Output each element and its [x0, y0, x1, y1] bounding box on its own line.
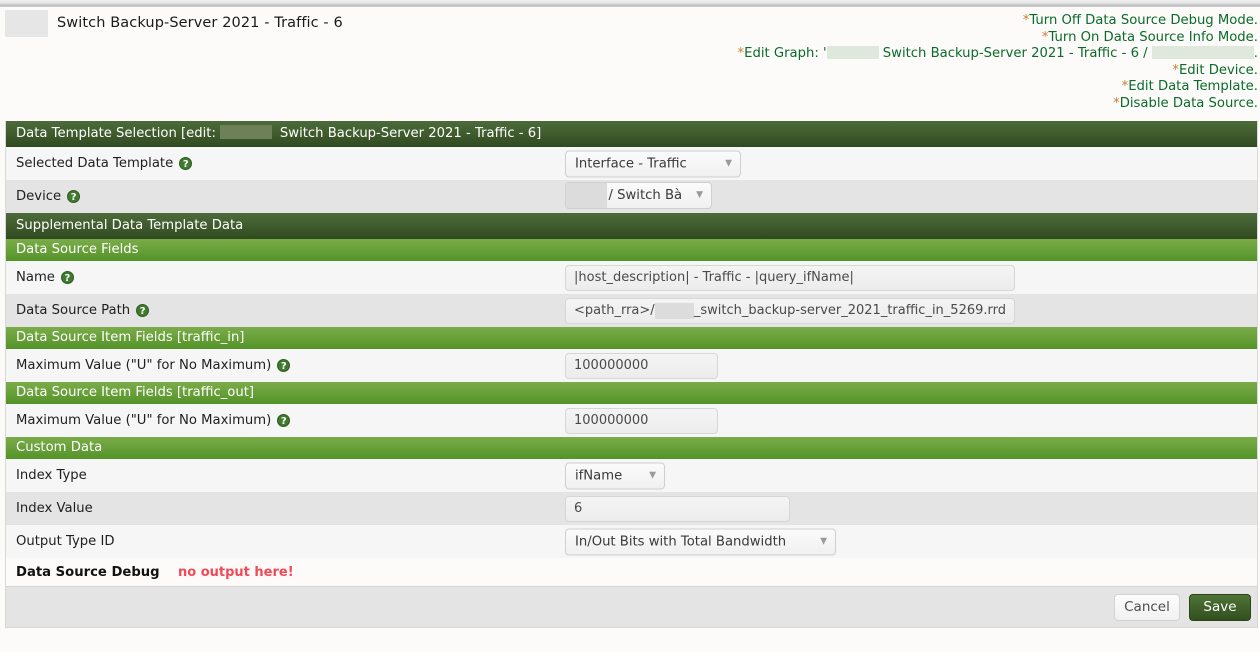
- row-max-value-traffic-in: Maximum Value ("U" for No Maximum)? 1000…: [6, 349, 1257, 382]
- browser-top-strip: [0, 0, 1260, 7]
- device-label: Device: [16, 189, 62, 204]
- max-value-out-label: Maximum Value ("U" for No Maximum): [16, 413, 272, 428]
- index-value-label: Index Value: [16, 501, 93, 516]
- row-data-source-path: Data Source Path? <path_rra>/ _switch_bac…: [6, 294, 1257, 327]
- max-value-in-value: 100000000: [574, 358, 649, 373]
- name-label: Name: [16, 270, 55, 285]
- edit-data-template-link[interactable]: Edit Data Template.: [1128, 79, 1258, 94]
- section-header-supplemental: Supplemental Data Template Data: [6, 213, 1257, 239]
- device-value: / Switch Bà: [608, 187, 683, 203]
- redacted-path-token: [654, 302, 694, 319]
- section-header-data-source-fields: Data Source Fields: [6, 239, 1257, 261]
- redacted-logo-box: [5, 10, 48, 37]
- max-value-in-label: Maximum Value ("U" for No Maximum): [16, 358, 272, 373]
- output-type-id-label: Output Type ID: [16, 534, 115, 549]
- output-type-id-value: In/Out Bits with Total Bandwidth: [575, 534, 787, 549]
- edit-data-template-row[interactable]: *Edit Data Template.: [558, 79, 1258, 96]
- selected-data-template-select[interactable]: Interface - Traffic ▼: [565, 150, 741, 177]
- index-value-value: 6: [574, 501, 583, 516]
- help-icon[interactable]: ?: [179, 157, 193, 170]
- help-icon[interactable]: ?: [136, 304, 150, 317]
- turn-off-data-source-debug-mode-link[interactable]: Turn Off Data Source Debug Mode.: [1029, 13, 1258, 28]
- edit-graph-label[interactable]: Edit Graph: ': [744, 46, 826, 61]
- chevron-down-icon: ▼: [696, 189, 703, 200]
- help-icon[interactable]: ?: [277, 414, 291, 427]
- redacted-device-prefix: [566, 182, 607, 208]
- index-type-select[interactable]: ifName ▼: [565, 462, 665, 489]
- section-title-suffix: Switch Backup-Server 2021 - Traffic - 6]: [279, 126, 542, 141]
- help-icon[interactable]: ?: [67, 190, 81, 203]
- name-value: |host_description| - Traffic - |query_if…: [574, 270, 854, 285]
- edit-graph-link[interactable]: Switch Backup-Server 2021 - Traffic - 6 …: [879, 46, 1152, 61]
- data-source-debug-message: no output here!: [178, 564, 294, 580]
- data-source-debug-label: Data Source Debug: [16, 564, 160, 580]
- section-header-item-fields-traffic-out: Data Source Item Fields [traffic_out]: [6, 382, 1257, 404]
- disable-data-source-row[interactable]: *Disable Data Source.: [558, 96, 1258, 113]
- chevron-down-icon: ▼: [649, 470, 656, 480]
- edit-device-link[interactable]: Edit Device.: [1179, 63, 1258, 78]
- edit-device-row[interactable]: *Edit Device.: [558, 63, 1258, 80]
- row-index-value: Index Value 6: [6, 492, 1257, 525]
- index-type-label: Index Type: [16, 468, 87, 483]
- help-icon[interactable]: ?: [60, 271, 74, 284]
- selected-data-template-value: Interface - Traffic: [575, 156, 687, 171]
- redacted-graph-prefix: [826, 46, 879, 59]
- disable-data-source-link[interactable]: Disable Data Source.: [1120, 96, 1258, 111]
- index-type-value: ifName: [575, 468, 623, 483]
- section-header-data-template-selection: Data Template Selection [edit: Switch Bac…: [6, 121, 1257, 147]
- max-value-out-input[interactable]: 100000000: [565, 407, 718, 434]
- row-data-source-debug: Data Source Debug no output here!: [6, 558, 1257, 586]
- asterisk-marker: *: [1113, 95, 1120, 111]
- data-source-path-label: Data Source Path: [16, 303, 131, 318]
- section-title-prefix: Data Template Selection [edit:: [16, 126, 216, 141]
- row-device: Device? / Switch Bà ▼: [6, 180, 1257, 213]
- form-footer: Cancel Save: [6, 586, 1257, 627]
- section-header-item-fields-traffic-in: Data Source Item Fields [traffic_in]: [6, 327, 1257, 349]
- device-select[interactable]: / Switch Bà ▼: [565, 181, 712, 209]
- output-type-id-select[interactable]: In/Out Bits with Total Bandwidth ▼: [565, 528, 836, 555]
- max-value-in-input[interactable]: 100000000: [565, 352, 718, 379]
- index-value-input[interactable]: 6: [565, 495, 790, 522]
- action-links: *Turn Off Data Source Debug Mode. *Turn …: [558, 13, 1258, 112]
- data-source-path-input[interactable]: <path_rra>/ _switch_backup-server_2021_tr…: [565, 297, 1015, 324]
- edit-graph-row[interactable]: *Edit Graph: ' Switch Backup-Server 2021…: [558, 46, 1258, 63]
- data-source-path-value: _switch_backup-server_2021_traffic_in_52…: [693, 303, 1006, 318]
- chevron-down-icon: ▼: [725, 158, 732, 168]
- cancel-button[interactable]: Cancel: [1114, 594, 1180, 621]
- row-index-type: Index Type ifName ▼: [6, 459, 1257, 492]
- max-value-out-value: 100000000: [574, 413, 649, 428]
- page-title: Switch Backup-Server 2021 - Traffic - 6: [57, 15, 343, 31]
- save-button[interactable]: Save: [1189, 594, 1251, 621]
- edit-graph-period: .: [1253, 46, 1258, 61]
- selected-data-template-label: Selected Data Template: [16, 156, 174, 171]
- row-name: Name? |host_description| - Traffic - |qu…: [6, 261, 1257, 294]
- redacted-section-token: [219, 125, 272, 139]
- asterisk-marker: *: [1172, 62, 1179, 78]
- help-icon[interactable]: ?: [277, 359, 291, 372]
- section-header-custom-data: Custom Data: [6, 437, 1257, 459]
- data-source-path-prefix: <path_rra>/: [574, 303, 655, 318]
- row-max-value-traffic-out: Maximum Value ("U" for No Maximum)? 1000…: [6, 404, 1257, 437]
- name-input[interactable]: |host_description| - Traffic - |query_if…: [565, 264, 1015, 291]
- turn-on-data-source-info-mode-row[interactable]: *Turn On Data Source Info Mode.: [558, 30, 1258, 47]
- chevron-down-icon: ▼: [820, 536, 827, 546]
- redacted-graph-suffix: [1151, 46, 1254, 59]
- page-header: Switch Backup-Server 2021 - Traffic - 6 …: [0, 7, 1260, 121]
- row-selected-data-template: Selected Data Template? Interface - Traf…: [6, 147, 1257, 180]
- turn-on-data-source-info-mode-link[interactable]: Turn On Data Source Info Mode.: [1048, 30, 1258, 45]
- row-output-type-id: Output Type ID In/Out Bits with Total Ba…: [6, 525, 1257, 558]
- data-source-form-panel: Data Template Selection [edit: Switch Bac…: [5, 121, 1258, 628]
- turn-off-data-source-debug-mode-row[interactable]: *Turn Off Data Source Debug Mode.: [558, 13, 1258, 30]
